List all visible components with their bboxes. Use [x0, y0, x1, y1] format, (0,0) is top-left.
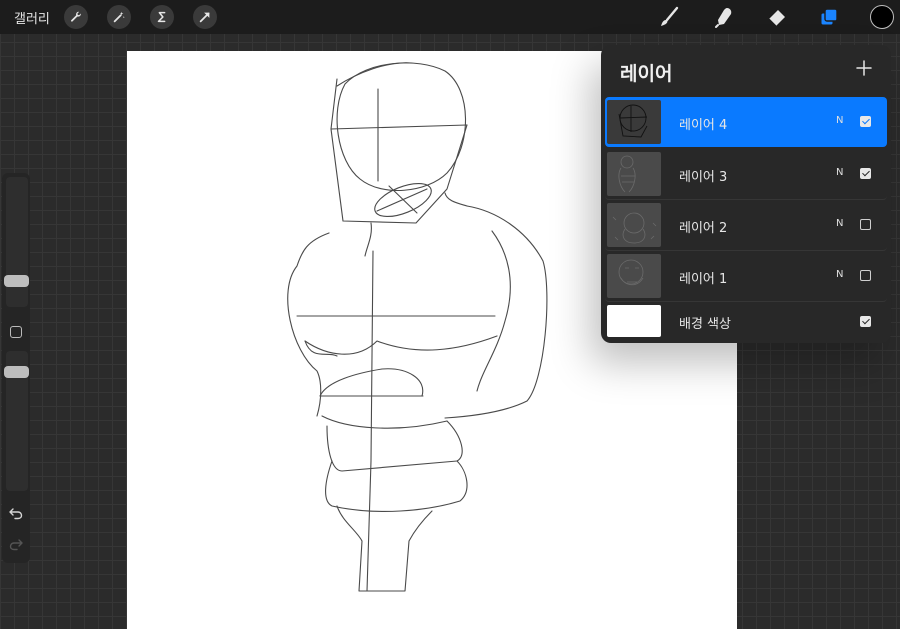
- undo-icon[interactable]: [8, 505, 24, 521]
- layer-visibility-checkbox[interactable]: [860, 116, 871, 127]
- brush-icon[interactable]: [657, 5, 681, 29]
- color-picker-swatch[interactable]: [870, 5, 894, 29]
- layer-name: 레이어 2: [679, 221, 728, 236]
- layer-visibility-checkbox[interactable]: [860, 316, 871, 327]
- layer-visibility-checkbox[interactable]: [860, 219, 871, 230]
- blend-mode-button[interactable]: N: [836, 167, 843, 178]
- left-sidebar: [2, 173, 30, 563]
- blend-mode-button[interactable]: N: [836, 115, 843, 126]
- blend-mode-button[interactable]: N: [836, 269, 843, 280]
- layer-name: 레이어 4: [679, 118, 728, 133]
- layers-panel: 레이어 레이어 4 N 레이어 3 N 레이어 2 N 레이어 1 N 배경 색…: [601, 45, 891, 343]
- layer-row-1[interactable]: 레이어 1 N: [605, 251, 887, 302]
- layer-thumbnail: [607, 100, 661, 144]
- layer-thumbnail: [607, 152, 661, 196]
- brush-size-slider[interactable]: [6, 177, 28, 307]
- layer-visibility-checkbox[interactable]: [860, 168, 871, 179]
- add-layer-icon[interactable]: [855, 59, 873, 77]
- layer-name: 배경 색상: [679, 317, 731, 332]
- magic-wand-icon[interactable]: [107, 5, 131, 29]
- eraser-icon[interactable]: [765, 5, 789, 29]
- gallery-button[interactable]: 갤러리: [14, 8, 50, 27]
- top-toolbar: 갤러리: [0, 0, 900, 34]
- layer-name: 레이어 3: [679, 170, 728, 185]
- transform-arrow-icon[interactable]: [193, 5, 217, 29]
- layer-visibility-checkbox[interactable]: [860, 270, 871, 281]
- wrench-icon[interactable]: [64, 5, 88, 29]
- selection-icon[interactable]: [150, 5, 174, 29]
- redo-icon[interactable]: [8, 536, 24, 552]
- layers-icon[interactable]: [817, 5, 841, 29]
- modify-button[interactable]: [10, 326, 22, 338]
- layer-row-background[interactable]: 배경 색상: [605, 302, 887, 342]
- layer-name: 레이어 1: [679, 272, 728, 287]
- layers-panel-title: 레이어: [620, 63, 673, 85]
- layer-thumbnail: [607, 254, 661, 298]
- background-color-thumbnail[interactable]: [607, 305, 661, 337]
- smudge-icon[interactable]: [712, 5, 736, 29]
- layer-row-3[interactable]: 레이어 3 N: [605, 149, 887, 200]
- opacity-handle[interactable]: [4, 366, 29, 378]
- blend-mode-button[interactable]: N: [836, 218, 843, 229]
- brush-size-handle[interactable]: [4, 275, 29, 287]
- layer-row-4[interactable]: 레이어 4 N: [605, 97, 887, 147]
- layer-row-2[interactable]: 레이어 2 N: [605, 200, 887, 251]
- layer-thumbnail: [607, 203, 661, 247]
